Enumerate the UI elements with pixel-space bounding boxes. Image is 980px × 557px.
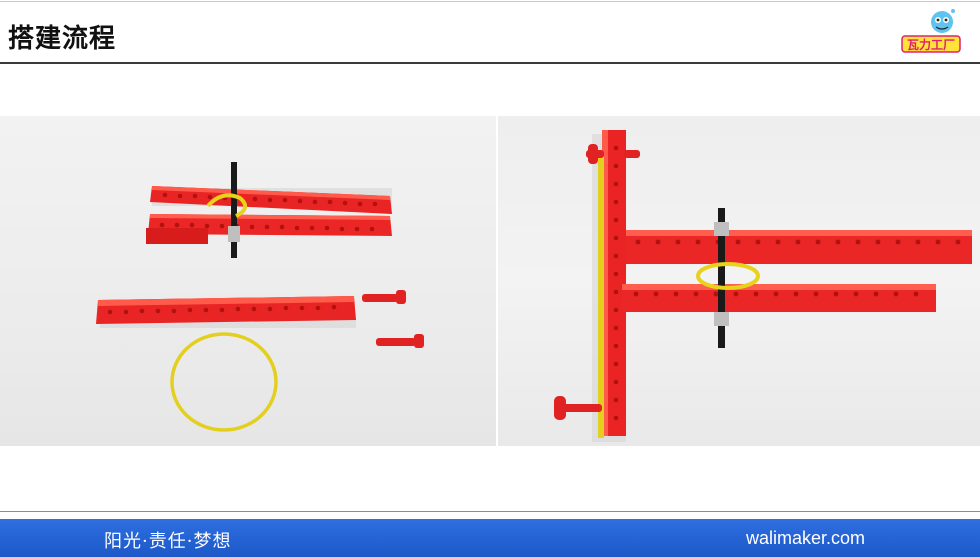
slide-header: 搭建流程 瓦力工厂	[0, 0, 980, 64]
footer-line	[0, 511, 980, 512]
top-rule	[0, 1, 980, 2]
page-title: 搭建流程	[8, 24, 117, 54]
pins	[362, 290, 424, 348]
slide-footer: 阳光·责任·梦想 walimaker.com	[0, 519, 980, 557]
footer-slogan: 阳光·责任·梦想	[104, 531, 232, 552]
loose-beam	[96, 296, 356, 324]
footer-website: walimaker.com	[746, 528, 866, 548]
header-rule	[0, 62, 980, 64]
rubber-band	[170, 332, 278, 432]
photo-assembled	[498, 116, 980, 446]
upper-beam-assembly	[146, 162, 392, 258]
photo-parts	[0, 116, 496, 446]
brand-logo: 瓦力工厂	[898, 6, 964, 60]
logo-text: 瓦力工厂	[907, 37, 955, 52]
